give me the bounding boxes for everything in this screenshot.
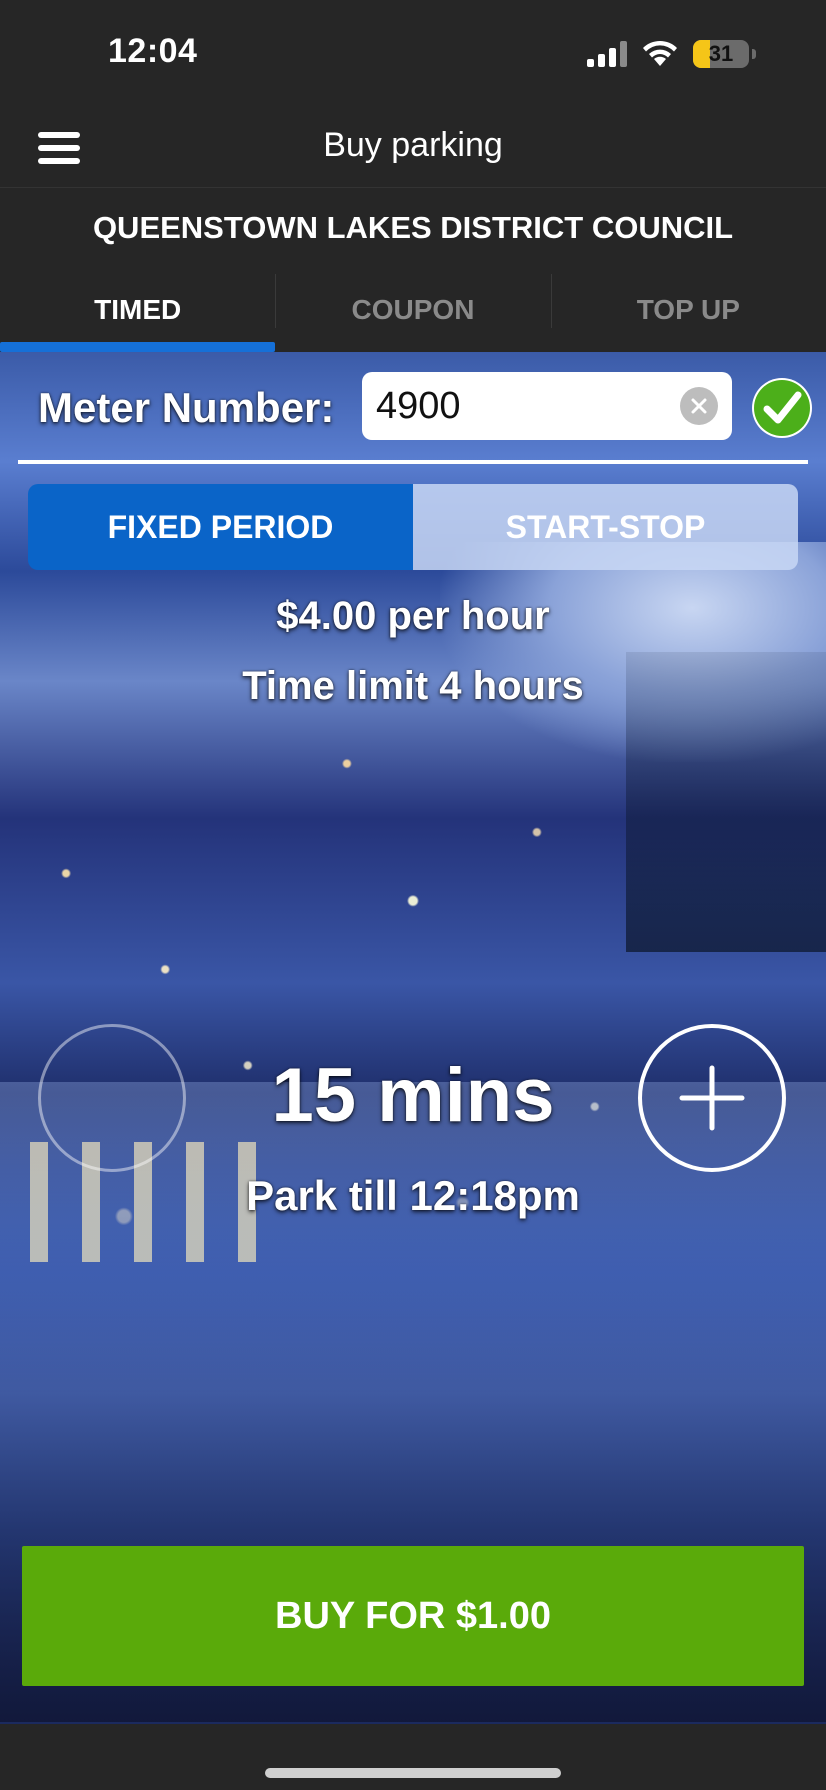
park-till-text: Park till 12:18pm [246, 1172, 580, 1219]
home-indicator[interactable] [265, 1768, 561, 1778]
council-name: QUEENSTOWN LAKES DISTRICT COUNCIL [0, 188, 826, 268]
parking-panel: Meter Number: FIXED PERIOD START-STOP $4… [0, 352, 826, 1724]
rate-text: $4.00 per hour [276, 594, 550, 638]
meter-number-input[interactable] [376, 372, 666, 440]
page-title: Buy parking [323, 126, 503, 164]
meter-row: Meter Number: [0, 352, 826, 462]
home-bar [0, 1724, 826, 1790]
parking-tabs: TIMED COUPON TOP UP [0, 268, 826, 352]
tab-coupon[interactable]: COUPON [275, 268, 550, 352]
wifi-icon [643, 40, 677, 66]
app-header: Buy parking [0, 110, 826, 188]
time-limit-text: Time limit 4 hours [242, 664, 584, 708]
status-icons: 31 [587, 40, 756, 68]
mode-selector: FIXED PERIOD START-STOP [28, 484, 798, 570]
status-bar: 12:04 31 [0, 0, 826, 110]
buy-button[interactable]: BUY FOR $1.00 [22, 1546, 804, 1686]
plus-icon [679, 1065, 745, 1131]
meter-number-label: Meter Number: [38, 384, 335, 431]
battery-icon: 31 [693, 40, 749, 68]
status-time: 12:04 [108, 32, 198, 70]
checkmark-icon[interactable] [752, 378, 812, 438]
divider [18, 460, 808, 464]
cellular-signal-icon [587, 41, 627, 67]
fixed-period-button[interactable]: FIXED PERIOD [28, 484, 413, 570]
clear-icon[interactable] [680, 387, 718, 425]
tab-top-up[interactable]: TOP UP [550, 268, 826, 352]
battery-level: 31 [708, 41, 734, 66]
meter-number-field [362, 372, 732, 440]
start-stop-button[interactable]: START-STOP [413, 484, 798, 570]
tab-timed[interactable]: TIMED [0, 268, 276, 352]
increase-time-button[interactable] [638, 1024, 786, 1172]
